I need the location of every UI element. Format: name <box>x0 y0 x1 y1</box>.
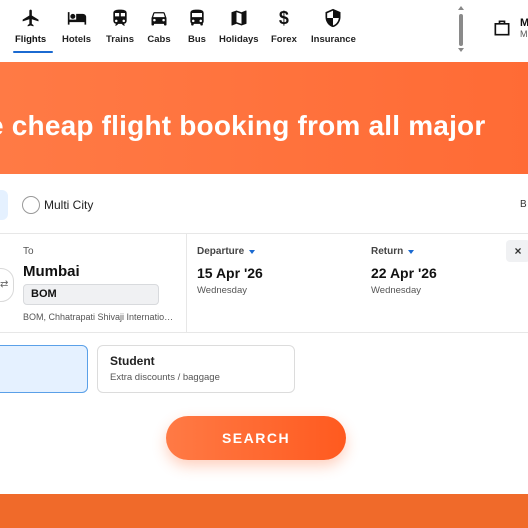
banner-headline: e cheap flight booking from all major <box>0 110 486 141</box>
nav-label: Trains <box>106 34 134 45</box>
multi-city-radio[interactable] <box>22 196 40 214</box>
to-code-input[interactable]: BOM <box>23 284 159 305</box>
promo-banner: e cheap flight booking from all major <box>0 62 528 174</box>
to-label: To <box>23 246 34 257</box>
swap-button[interactable]: ⇄ <box>0 268 14 302</box>
car-icon <box>147 6 171 30</box>
close-icon: × <box>514 244 522 258</box>
to-city[interactable]: Mumbai <box>23 263 80 280</box>
my-trips-sub: M <box>520 29 528 39</box>
bus-icon <box>185 6 209 30</box>
nav-label: Holidays <box>219 34 259 45</box>
nav-insurance[interactable]: Insurance <box>311 6 356 52</box>
scroll-down-icon[interactable] <box>458 48 464 52</box>
to-airport: BOM, Chhatrapati Shivaji International A… <box>23 312 177 322</box>
swap-icon: ⇄ <box>0 279 9 290</box>
top-nav: Flights Hotels Trains Cabs Bus Holidays … <box>0 0 528 56</box>
nav-bus[interactable]: Bus <box>185 6 209 52</box>
active-tab-indicator <box>13 51 53 53</box>
train-icon <box>108 6 132 30</box>
departure-date: 15 Apr '26 <box>197 265 263 281</box>
bed-icon <box>65 6 89 30</box>
trip-type-right-cut: B <box>520 199 527 210</box>
trip-type-row: Multi City B <box>0 190 528 226</box>
search-fields: ⇄ To Mumbai BOM BOM, Chhatrapati Shivaji… <box>0 233 528 333</box>
caret-down-icon <box>408 249 415 254</box>
airplane-icon <box>19 6 43 30</box>
multi-city-label[interactable]: Multi City <box>44 198 93 212</box>
clear-return-button[interactable]: × <box>506 240 528 262</box>
scroll-thumb[interactable] <box>459 14 463 46</box>
nav-cabs[interactable]: Cabs <box>147 6 171 52</box>
nav-scrollbar[interactable] <box>458 6 464 52</box>
fare-option-regular[interactable] <box>0 345 88 393</box>
nav-label: Cabs <box>147 34 171 45</box>
fare-option-student[interactable]: Student Extra discounts / baggage <box>97 345 295 393</box>
my-trips[interactable]: M M <box>492 17 528 43</box>
nav-label: Hotels <box>62 34 92 45</box>
nav-trains[interactable]: Trains <box>106 6 134 52</box>
return-date: 22 Apr '26 <box>371 265 437 281</box>
nav-label: Forex <box>271 34 297 45</box>
nav-label: Insurance <box>311 34 356 45</box>
bottom-banner-strip <box>0 494 528 528</box>
nav-flights[interactable]: Flights <box>15 6 46 52</box>
my-trips-title: M <box>520 17 528 29</box>
map-icon <box>227 6 251 30</box>
nav-forex[interactable]: $ Forex <box>271 6 297 52</box>
caret-down-icon <box>249 249 256 254</box>
trip-type-round-trip[interactable] <box>0 190 8 220</box>
departure-field[interactable]: Departure 15 Apr '26 Wednesday <box>197 246 263 296</box>
student-subtitle: Extra discounts / baggage <box>110 372 220 383</box>
nav-label: Flights <box>15 34 47 45</box>
return-field[interactable]: Return 22 Apr '26 Wednesday <box>371 246 437 296</box>
return-day: Wednesday <box>371 285 421 296</box>
nav-hotels[interactable]: Hotels <box>62 6 91 52</box>
nav-holidays[interactable]: Holidays <box>219 6 259 52</box>
departure-label: Departure <box>197 246 263 257</box>
field-divider <box>186 234 187 333</box>
special-fares-row: Student Extra discounts / baggage <box>0 345 528 395</box>
nav-label: Bus <box>188 34 206 45</box>
return-label: Return <box>371 246 437 257</box>
briefcase-icon <box>492 18 512 43</box>
student-title: Student <box>110 354 155 368</box>
shield-icon <box>321 6 345 30</box>
scroll-up-icon[interactable] <box>458 6 464 10</box>
departure-day: Wednesday <box>197 285 247 296</box>
dollar-icon: $ <box>278 7 289 28</box>
search-button[interactable]: SEARCH <box>166 416 346 460</box>
search-card: Multi City B ⇄ To Mumbai BOM BOM, Chhatr… <box>0 182 528 460</box>
